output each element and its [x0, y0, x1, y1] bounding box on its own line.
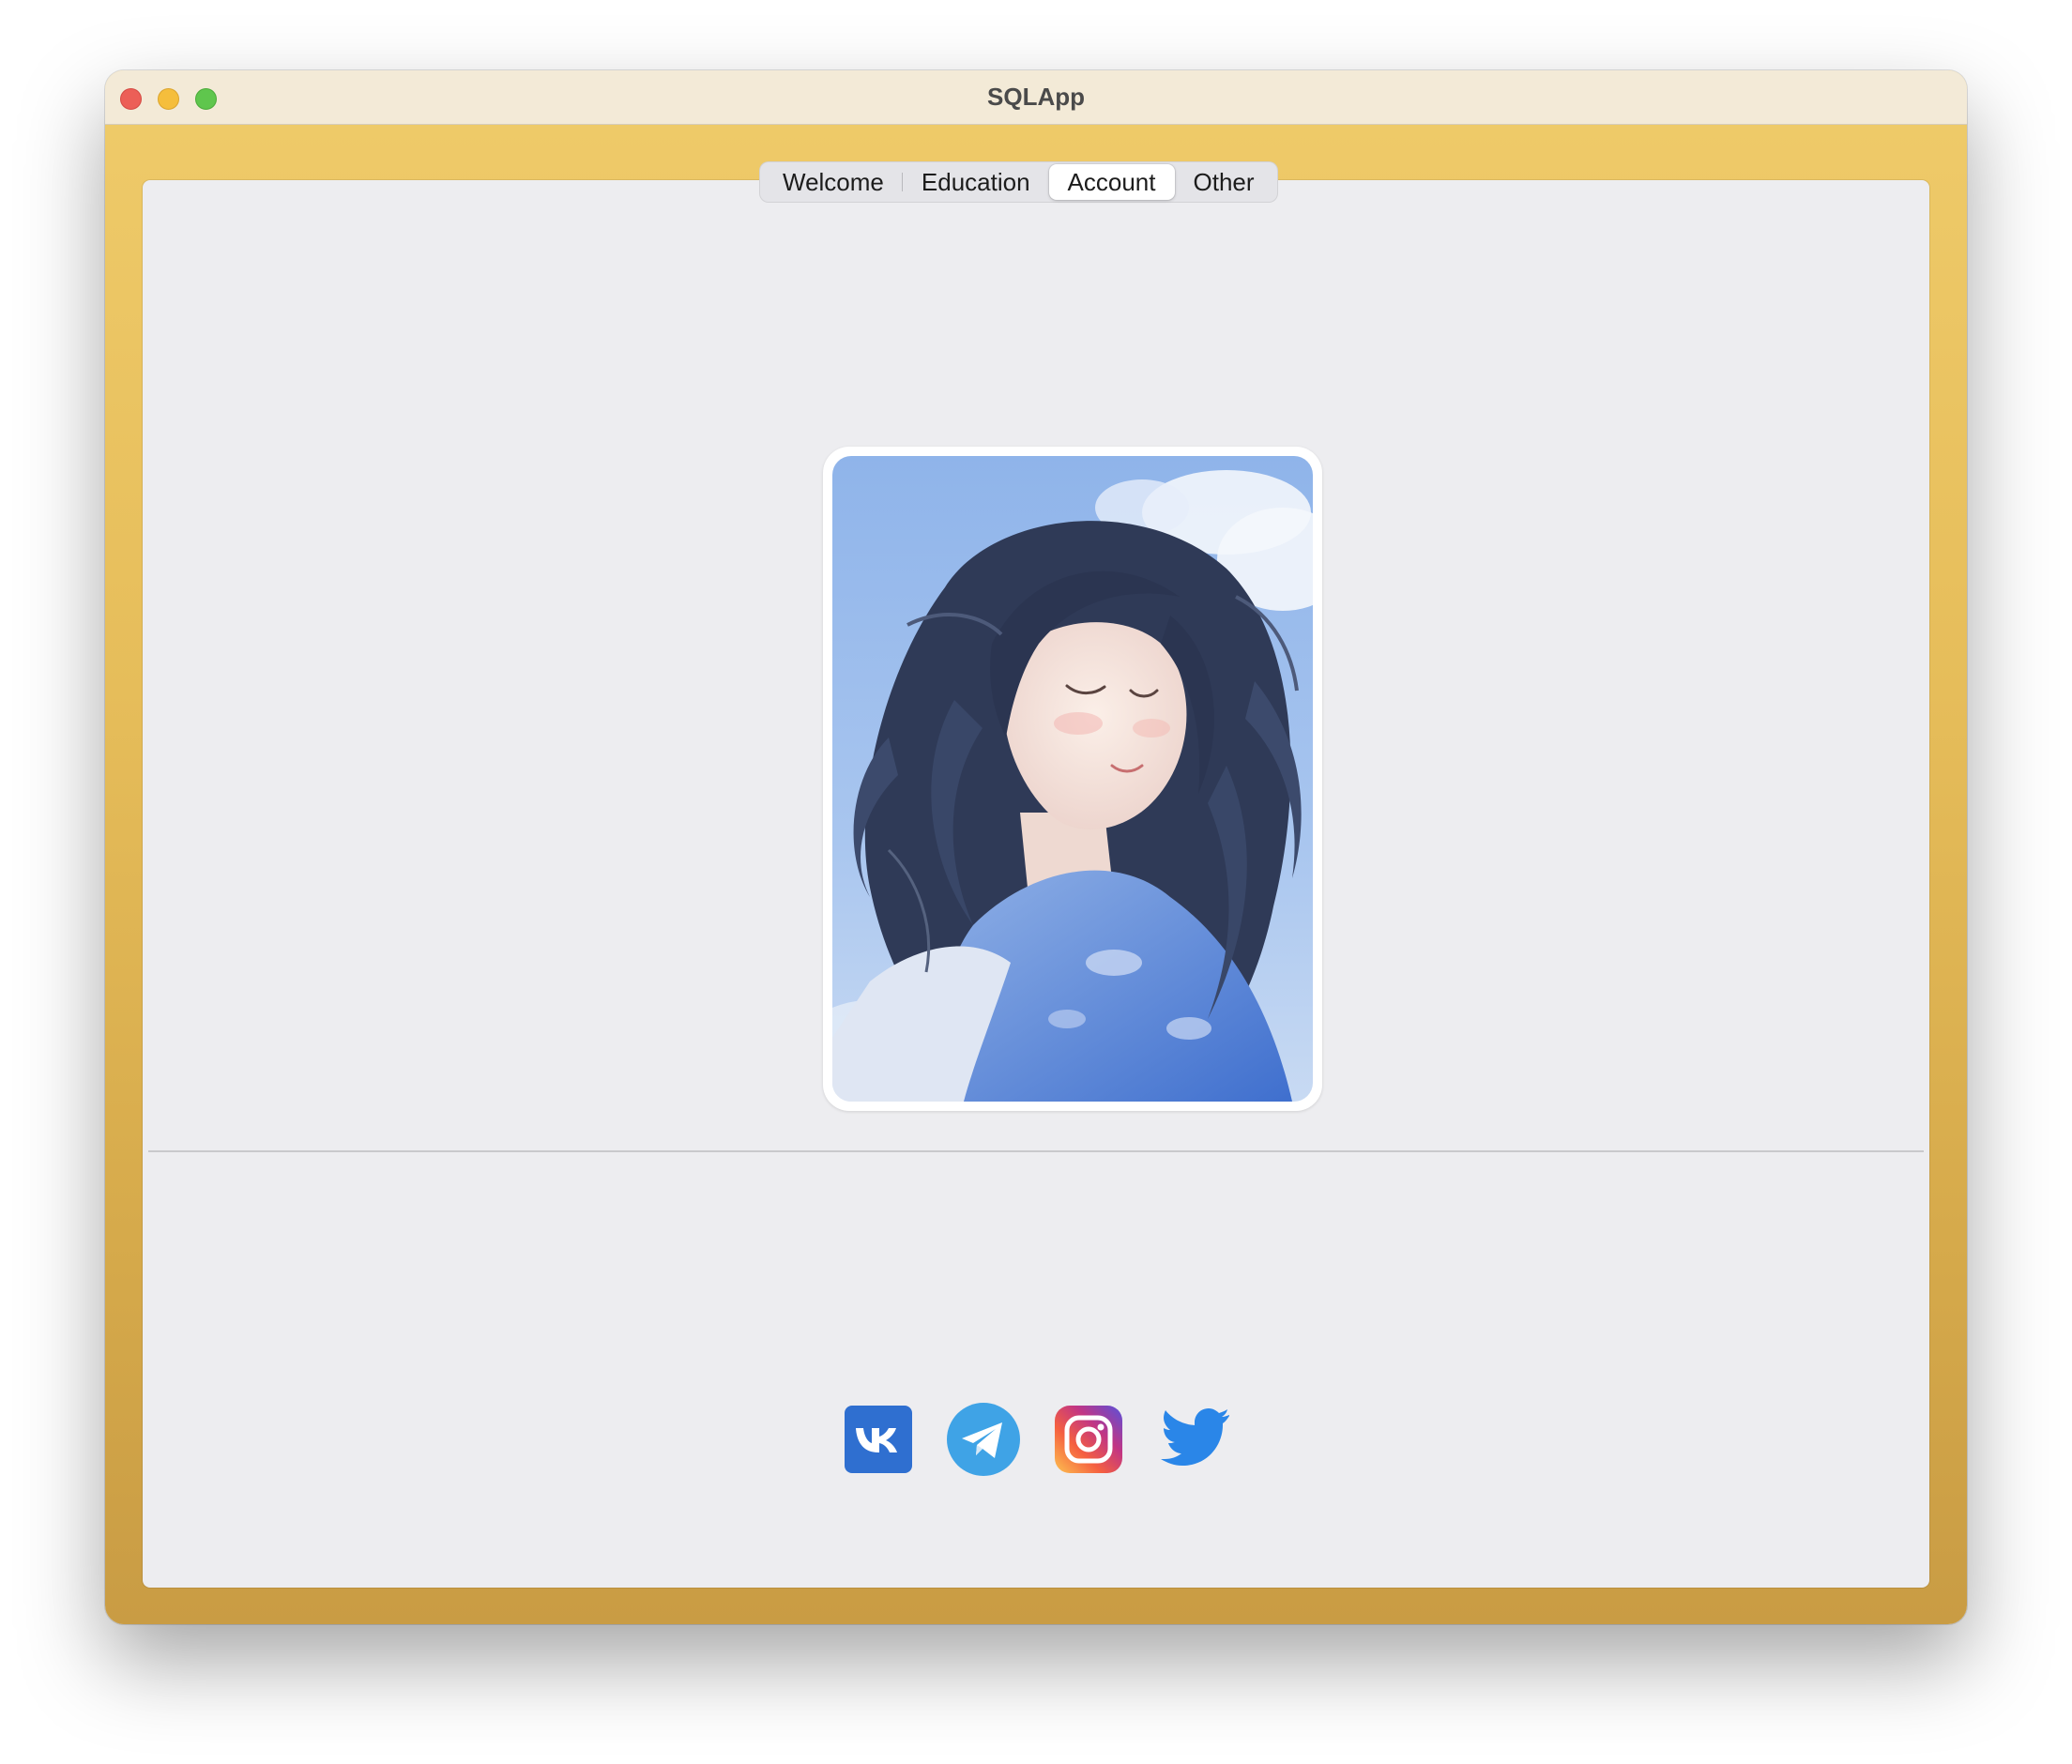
tab-education[interactable]: Education	[903, 164, 1049, 200]
twitter-button[interactable]	[1156, 1402, 1231, 1477]
tab-account[interactable]: Account	[1048, 164, 1175, 200]
section-divider	[148, 1150, 1924, 1152]
profile-photo	[832, 456, 1313, 1102]
tab-bar: Welcome Education Account Other	[759, 161, 1278, 203]
title-bar[interactable]: SQLApp	[105, 70, 1967, 125]
vk-icon	[845, 1406, 912, 1473]
twitter-icon	[1161, 1408, 1229, 1466]
app-window: SQLApp Welcome Education Account Other	[105, 70, 1967, 1624]
profile-photo-frame	[823, 447, 1322, 1111]
profile-photo-illustration	[832, 456, 1313, 1102]
social-links	[143, 1402, 1929, 1477]
instagram-icon	[1055, 1406, 1122, 1473]
telegram-button[interactable]	[946, 1402, 1021, 1477]
vk-button[interactable]	[841, 1402, 916, 1477]
telegram-icon	[947, 1403, 1020, 1476]
instagram-button[interactable]	[1051, 1402, 1126, 1477]
window-title: SQLApp	[987, 83, 1085, 111]
tab-other[interactable]: Other	[1175, 164, 1273, 200]
account-panel	[143, 180, 1929, 1588]
tab-welcome[interactable]: Welcome	[764, 164, 903, 200]
